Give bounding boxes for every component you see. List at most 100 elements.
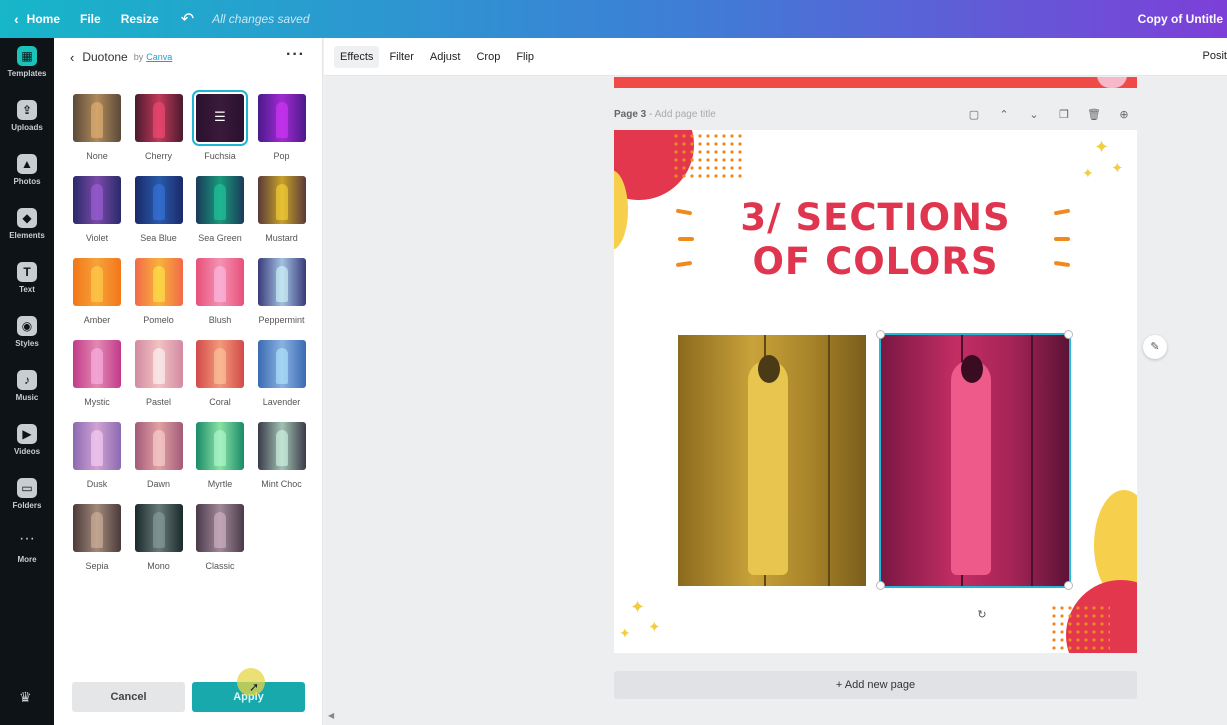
undo-icon[interactable]: ↶ xyxy=(169,0,206,38)
filter-peppermint[interactable]: Peppermint xyxy=(255,256,309,328)
rail-item-uploads[interactable]: ⇪ Uploads xyxy=(0,92,54,146)
filter-thumbnail xyxy=(134,176,183,224)
filter-pomelo[interactable]: Pomelo xyxy=(132,256,186,328)
filter-amber[interactable]: Amber xyxy=(70,256,124,328)
filter-sea-blue[interactable]: Sea Blue xyxy=(132,174,186,246)
comment-icon[interactable]: ✎ xyxy=(1143,335,1167,359)
add-new-page-button[interactable]: + Add new page xyxy=(614,671,1137,699)
rail-item-label: Styles xyxy=(15,339,39,348)
filter-sepia[interactable]: Sepia xyxy=(70,502,124,574)
rail-item-label: Elements xyxy=(9,231,45,240)
filter-thumbnail xyxy=(196,176,244,224)
templates-icon: ▦ xyxy=(17,46,37,66)
filter-sea-green[interactable]: Sea Green xyxy=(193,174,247,246)
rail-item-more[interactable]: ··· More xyxy=(0,524,54,578)
filter-lavender[interactable]: Lavender xyxy=(255,338,309,410)
rail-item-styles[interactable]: ◉ Styles xyxy=(0,308,54,362)
rail-item-music[interactable]: ♪ Music xyxy=(0,362,54,416)
resize-handle[interactable] xyxy=(1064,581,1073,590)
filter-classic[interactable]: Classic xyxy=(193,502,247,574)
notes-icon[interactable]: ▢ xyxy=(967,108,981,122)
filter-thumbnail xyxy=(257,94,306,142)
document-title[interactable]: Copy of Untitle xyxy=(1138,0,1227,38)
videos-icon: ▶ xyxy=(17,424,37,444)
filter-label: Myrtle xyxy=(207,479,233,489)
filter-mystic[interactable]: Mystic xyxy=(70,338,124,410)
filter-blush[interactable]: Blush xyxy=(193,256,247,328)
door-line xyxy=(828,335,830,586)
home-button[interactable]: ‹ Home xyxy=(0,0,70,38)
previous-page xyxy=(614,77,1137,88)
tool-effects[interactable]: Effects xyxy=(334,45,380,68)
rail-item-elements[interactable]: ◆ Elements xyxy=(0,200,54,254)
delete-page-icon[interactable]: 🗑 xyxy=(1087,108,1101,122)
filter-dawn[interactable]: Dawn xyxy=(132,420,186,492)
filter-pop[interactable]: Pop xyxy=(255,92,309,164)
decor-shape xyxy=(1097,77,1127,88)
file-menu[interactable]: File xyxy=(70,0,111,38)
cancel-button[interactable]: Cancel xyxy=(72,682,185,712)
tool-flip[interactable]: Flip xyxy=(510,46,540,68)
filter-label: Sea Blue xyxy=(140,233,177,243)
filter-violet[interactable]: Violet xyxy=(70,174,124,246)
resize-handle[interactable] xyxy=(1064,330,1073,339)
crown-icon[interactable]: ♛ xyxy=(19,689,35,705)
filter-pastel[interactable]: Pastel xyxy=(132,338,186,410)
tool-filter[interactable]: Filter xyxy=(383,46,419,68)
move-up-icon[interactable]: ⌃ xyxy=(997,108,1011,122)
filter-dusk[interactable]: Dusk xyxy=(70,420,124,492)
add-page-title[interactable]: Add page title xyxy=(655,109,716,120)
filter-label: Classic xyxy=(205,561,235,571)
filter-fuchsia[interactable]: ☰ Fuchsia xyxy=(192,90,248,164)
photo-mustard[interactable] xyxy=(678,335,866,586)
scroll-left-icon[interactable]: ◀ xyxy=(328,711,334,720)
filter-label: Lavender xyxy=(262,397,301,407)
filter-thumbnail xyxy=(196,422,244,470)
filter-label: Mint Choc xyxy=(261,479,302,489)
filter-mono[interactable]: Mono xyxy=(132,502,186,574)
filter-myrtle[interactable]: Myrtle xyxy=(193,420,247,492)
position-button[interactable]: Posit xyxy=(1203,50,1227,62)
duplicate-page-icon[interactable]: ❐ xyxy=(1057,108,1071,122)
person-shape xyxy=(214,430,226,466)
rail-item-text[interactable]: T Text xyxy=(0,254,54,308)
move-down-icon[interactable]: ⌄ xyxy=(1027,108,1041,122)
resize-handle[interactable] xyxy=(876,581,885,590)
add-page-icon[interactable]: ⊕ xyxy=(1117,108,1131,122)
back-chevron-icon[interactable]: ‹ xyxy=(70,50,74,65)
music-icon: ♪ xyxy=(17,370,37,390)
tool-adjust[interactable]: Adjust xyxy=(424,46,467,68)
rail-item-folders[interactable]: ▭ Folders xyxy=(0,470,54,524)
resize-button[interactable]: Resize xyxy=(111,0,169,38)
filter-thumbnail xyxy=(257,176,306,224)
filter-mustard[interactable]: Mustard xyxy=(255,174,309,246)
rail-item-photos[interactable]: ▲ Photos xyxy=(0,146,54,200)
rail-item-templates[interactable]: ▦ Templates xyxy=(0,38,54,92)
filter-cherry[interactable]: Cherry xyxy=(132,92,186,164)
headline-text[interactable]: 3/ SECTIONS OF COLORS xyxy=(614,196,1137,284)
rail-item-label: Folders xyxy=(12,501,42,510)
filter-mint-choc[interactable]: Mint Choc xyxy=(255,420,309,492)
author-link[interactable]: Canva xyxy=(146,52,172,62)
more-options-icon[interactable]: ··· xyxy=(286,47,305,63)
filter-label: Mystic xyxy=(84,397,110,407)
filter-label: Coral xyxy=(209,397,231,407)
rail-item-label: Videos xyxy=(13,447,41,456)
resize-handle[interactable] xyxy=(876,330,885,339)
head-shape xyxy=(961,355,983,383)
filter-none[interactable]: None xyxy=(70,92,124,164)
photos-icon: ▲ xyxy=(17,154,37,174)
photo-selected[interactable] xyxy=(879,333,1071,588)
head-shape xyxy=(758,355,780,383)
person-shape xyxy=(748,360,788,575)
tool-crop[interactable]: Crop xyxy=(470,46,506,68)
design-page[interactable]: ✦ ✦ ✦ ✦ ✦ ✦ 3/ SECTIONS OF COLORS xyxy=(614,130,1137,653)
rotate-icon[interactable]: ↻ xyxy=(975,608,989,622)
rail-item-videos[interactable]: ▶ Videos xyxy=(0,416,54,470)
sliders-icon[interactable]: ☰ xyxy=(212,109,228,125)
filter-coral[interactable]: Coral xyxy=(193,338,247,410)
rail-item-label: Music xyxy=(15,393,39,402)
person-shape xyxy=(214,266,226,302)
filter-label: Dusk xyxy=(86,479,108,489)
person-shape xyxy=(951,360,991,575)
